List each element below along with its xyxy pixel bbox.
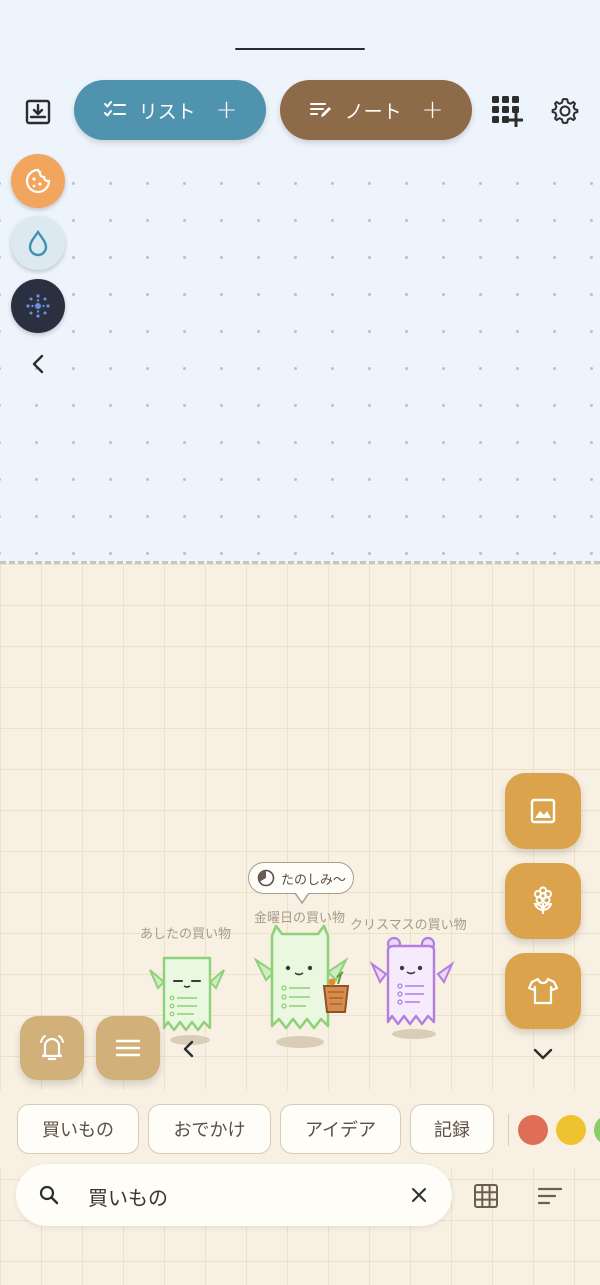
- checklist-icon: [103, 101, 126, 117]
- tag-chip[interactable]: おでかけ: [148, 1104, 271, 1154]
- add-list-button[interactable]: リスト +: [74, 80, 266, 140]
- gear-icon: [551, 98, 579, 124]
- tag-chip-label: 買いもの: [42, 1120, 114, 1141]
- bubble-tail: [294, 893, 310, 905]
- tag-chip[interactable]: 記録: [410, 1104, 494, 1154]
- menu-lines-icon: [115, 1039, 141, 1057]
- shopping-list-character[interactable]: [368, 934, 458, 1044]
- plus-icon: +: [421, 95, 444, 125]
- chevron-down-icon: [533, 1048, 553, 1060]
- collapse-side-button[interactable]: [26, 350, 50, 378]
- timer-icon: [257, 869, 275, 887]
- settings-button[interactable]: [548, 94, 582, 128]
- cookie-theme-button[interactable]: [11, 154, 65, 208]
- add-note-button[interactable]: ノート +: [280, 80, 472, 140]
- add-flower-button[interactable]: [505, 863, 581, 939]
- shopping-list-character[interactable]: [248, 922, 358, 1052]
- drop-icon: [28, 229, 48, 257]
- clear-search-icon[interactable]: [410, 1186, 428, 1204]
- bell-icon: [40, 1035, 64, 1061]
- menu-button[interactable]: [96, 1016, 160, 1080]
- color-filter-red[interactable]: [518, 1115, 548, 1145]
- sort-button[interactable]: [536, 1184, 564, 1208]
- search-input[interactable]: 買いもの: [88, 1182, 168, 1211]
- character-label: あしたの買い物: [140, 927, 232, 942]
- tag-chip-label: 記録: [434, 1120, 470, 1141]
- sparkle-icon: [26, 294, 50, 318]
- reminder-button[interactable]: [20, 1016, 84, 1080]
- grid-view-button[interactable]: [472, 1182, 500, 1210]
- night-theme-button[interactable]: [11, 279, 65, 333]
- chevron-left-icon: [183, 1040, 194, 1058]
- image-icon: [530, 798, 556, 824]
- tag-chip-label: おでかけ: [173, 1120, 246, 1141]
- prev-page-button[interactable]: [178, 1038, 198, 1060]
- note-button-label: ノート: [344, 100, 402, 123]
- grid-add-button[interactable]: [488, 92, 524, 128]
- add-clothes-button[interactable]: [505, 953, 581, 1029]
- sort-icon: [537, 1187, 563, 1205]
- add-image-button[interactable]: [505, 773, 581, 849]
- tag-divider: [508, 1114, 509, 1146]
- bubble-text: たのしみ〜: [281, 872, 347, 888]
- status-bar-notch: [235, 48, 365, 50]
- character-label: クリスマスの買い物: [350, 918, 467, 933]
- color-filter-yellow[interactable]: [556, 1115, 586, 1145]
- tag-chip[interactable]: アイデア: [280, 1104, 401, 1154]
- flower-icon: [533, 886, 553, 914]
- note-edit-icon: [309, 103, 331, 117]
- shirt-icon: [527, 977, 559, 1005]
- chevron-left-icon: [32, 354, 44, 374]
- list-button-label: リスト: [138, 100, 196, 123]
- grid-add-icon: [492, 96, 523, 127]
- water-theme-button[interactable]: [11, 216, 65, 270]
- grid-view-icon: [474, 1184, 498, 1208]
- tag-chip-label: アイデア: [304, 1120, 377, 1141]
- inbox-download-button[interactable]: [22, 96, 54, 128]
- speech-bubble: たのしみ〜: [248, 862, 354, 894]
- inbox-download-icon: [25, 99, 51, 125]
- plus-icon: +: [215, 95, 238, 125]
- collapse-fabs-button[interactable]: [531, 1044, 555, 1064]
- search-bar[interactable]: 買いもの: [16, 1164, 452, 1226]
- tag-chip[interactable]: 買いもの: [17, 1104, 139, 1154]
- cookie-icon: [25, 168, 51, 194]
- search-icon: [39, 1185, 59, 1205]
